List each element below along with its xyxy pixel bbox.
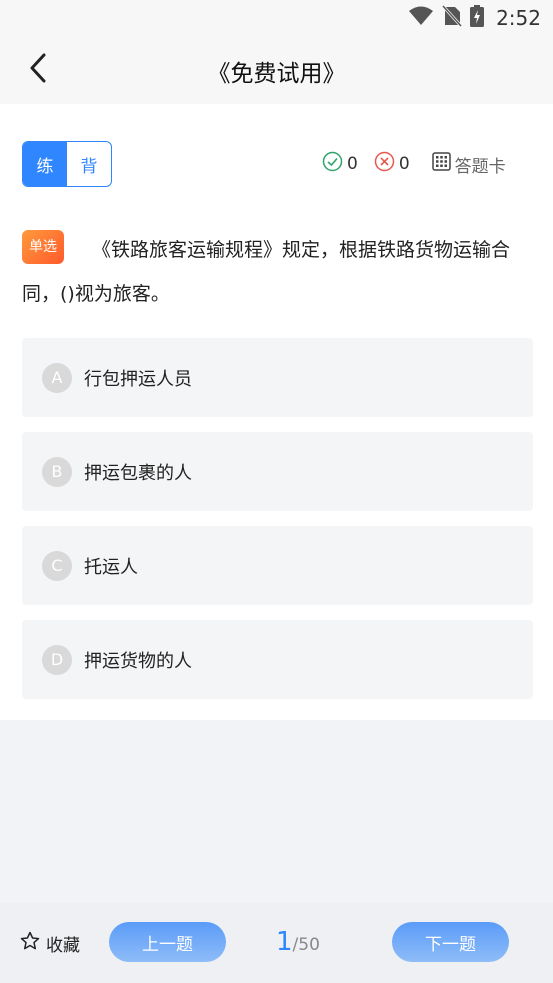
correct-stat: 0 [322, 151, 358, 177]
answer-card-label: 答题卡 [454, 156, 506, 177]
wrong-stat: 0 [374, 151, 410, 177]
current-page: 1 [276, 927, 293, 957]
question-panel: 练 背 0 0 答题卡 单选 《铁路旅客运输规程》规定，根据铁路货物运输合同，()… [0, 104, 553, 720]
option-letter: C [42, 550, 72, 581]
mode-toggle: 练 背 [22, 141, 112, 187]
next-question-button[interactable]: 下一题 [392, 922, 509, 962]
x-circle-icon [374, 151, 395, 177]
app-header: 《免费试用》 [0, 36, 553, 104]
no-sim-icon [441, 4, 463, 31]
page-title: 《免费试用》 [207, 61, 346, 87]
battery-charging-icon [470, 5, 485, 31]
grid-icon [431, 152, 451, 176]
option-c[interactable]: C 托运人 [22, 526, 533, 605]
status-time: 2:52 [496, 6, 541, 30]
option-d[interactable]: D 押运货物的人 [22, 620, 533, 699]
favorite-label: 收藏 [46, 936, 80, 956]
total-pages: /50 [292, 935, 320, 955]
option-a[interactable]: A 行包押运人员 [22, 338, 533, 417]
prev-question-button[interactable]: 上一题 [109, 922, 226, 962]
option-text: 托运人 [84, 556, 138, 578]
answer-card-button[interactable]: 答题卡 [431, 152, 506, 177]
option-list: A 行包押运人员 B 押运包裹的人 C 托运人 D 押运货物的人 [22, 338, 533, 714]
option-text: 押运货物的人 [84, 650, 192, 672]
wrong-count: 0 [398, 154, 410, 174]
bottom-bar: 收藏 上一题 1 /50 下一题 [0, 903, 553, 983]
page-indicator: 1 /50 [276, 927, 320, 957]
option-letter: A [42, 362, 72, 393]
star-icon [20, 931, 40, 956]
question-text: 《铁路旅客运输规程》规定，根据铁路货物运输合同，()视为旅客。 [22, 239, 511, 305]
answer-stats: 0 0 答题卡 [322, 151, 506, 177]
option-letter: B [42, 456, 72, 487]
check-circle-icon [322, 151, 343, 177]
option-text: 押运包裹的人 [84, 462, 192, 484]
option-b[interactable]: B 押运包裹的人 [22, 432, 533, 511]
mode-practice-tab[interactable]: 练 [23, 142, 67, 186]
wifi-icon [408, 6, 434, 30]
question-stem: 单选 《铁路旅客运输规程》规定，根据铁路货物运输合同，()视为旅客。 [22, 228, 532, 316]
correct-count: 0 [347, 154, 358, 174]
status-bar: 2:52 [0, 0, 553, 36]
mode-memorize-tab[interactable]: 背 [67, 142, 111, 186]
option-letter: D [42, 644, 72, 675]
option-text: 行包押运人员 [84, 368, 192, 390]
favorite-button[interactable]: 收藏 [20, 931, 80, 956]
question-type-badge: 单选 [22, 229, 64, 264]
